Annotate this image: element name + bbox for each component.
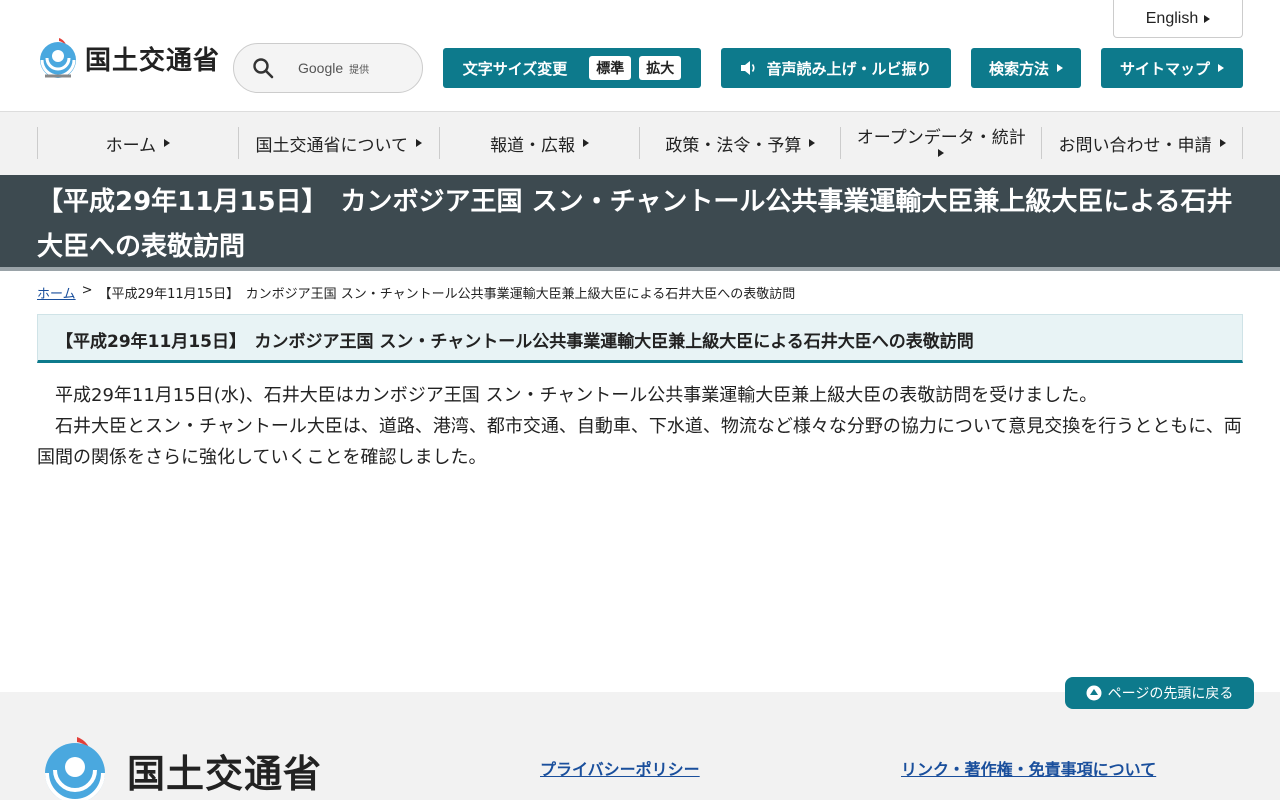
gnav-item-label: お問い合わせ・申請 <box>1058 135 1212 156</box>
arrow-right-icon <box>809 139 816 147</box>
page-title: 【平成29年11月15日】 カンボジア王国 スン・チャントール公共事業運輸大臣兼… <box>37 187 1233 262</box>
gnav-item-label: 報道・広報 <box>490 135 576 156</box>
gnav-item-contact[interactable]: お問い合わせ・申請 <box>1041 127 1243 159</box>
gnav-item-label: 政策・法令・予算 <box>665 135 802 156</box>
back-to-top-label: ページの先頭に戻る <box>1107 686 1234 702</box>
site-logo[interactable]: 国土交通省 <box>37 36 220 80</box>
article-heading-box: 【平成29年11月15日】 カンボジア王国 スン・チャントール公共事業運輸大臣兼… <box>37 314 1243 363</box>
gnav-item-about[interactable]: 国土交通省について <box>237 127 439 159</box>
breadcrumb-home-link[interactable]: ホーム <box>37 283 76 302</box>
search-method-button[interactable]: 検索方法 <box>971 48 1081 88</box>
page-title-band: 【平成29年11月15日】 カンボジア王国 スン・チャントール公共事業運輸大臣兼… <box>0 175 1280 271</box>
breadcrumb: ホーム > 【平成29年11月15日】 カンボジア王国 スン・チャントール公共事… <box>37 283 795 302</box>
arrow-up-circle-icon <box>1086 685 1102 701</box>
breadcrumb-current: 【平成29年11月15日】 カンボジア王国 スン・チャントール公共事業運輸大臣兼… <box>98 287 796 302</box>
gnav-item-label: オープンデータ・統計 <box>856 127 1026 148</box>
font-size-standard-button[interactable]: 標準 <box>589 56 632 80</box>
footer-logo[interactable]: 国土交通省 <box>37 735 322 800</box>
site-header: 国土交通省 Google 提供 English 文字サイズ変更 標準 拡大 音声… <box>0 0 1280 112</box>
sitemap-button[interactable]: サイトマップ <box>1101 48 1243 88</box>
arrow-right-icon <box>1219 139 1226 147</box>
search-icon[interactable] <box>252 57 274 79</box>
site-search[interactable]: Google 提供 <box>233 43 423 93</box>
privacy-policy-link[interactable]: プライバシーポリシー <box>540 756 700 780</box>
gnav-item-home[interactable]: ホーム <box>37 127 238 159</box>
gnav-item-label: ホーム <box>105 135 157 156</box>
search-provider: Google <box>298 60 344 76</box>
arrow-right-icon <box>1218 64 1224 72</box>
voice-reading-label: 音声読み上げ・ルビ振り <box>766 59 932 78</box>
article-heading: 【平成29年11月15日】 カンボジア王国 スン・チャントール公共事業運輸大臣兼… <box>56 332 974 352</box>
article-body: 平成29年11月15日(水)、石井大臣はカンボジア王国 スン・チャントール公共事… <box>37 380 1243 473</box>
gnav-item-policy[interactable]: 政策・法令・予算 <box>639 127 840 159</box>
arrow-right-icon <box>583 139 590 147</box>
article-paragraph: 石井大臣とスン・チャントール大臣は、道路、港湾、都市交通、自動車、下水道、物流な… <box>37 416 1242 468</box>
search-method-label: 検索方法 <box>988 59 1049 78</box>
sitemap-label: サイトマップ <box>1119 59 1210 78</box>
global-nav: ホーム 国土交通省について 報道・広報 政策・法令・予算 オープンデータ・統計 … <box>0 112 1280 175</box>
english-label: English <box>1145 9 1199 27</box>
font-size-large-button[interactable]: 拡大 <box>639 56 682 80</box>
gnav-item-press[interactable]: 報道・広報 <box>438 127 640 159</box>
arrow-right-icon <box>1057 64 1063 72</box>
font-size-control: 文字サイズ変更 標準 拡大 <box>443 48 701 88</box>
english-link[interactable]: English <box>1113 0 1243 38</box>
arrow-right-icon <box>1204 14 1211 23</box>
mlit-logo-icon <box>40 38 76 78</box>
footer-logo-text: 国土交通省 <box>127 751 323 796</box>
back-to-top-button[interactable]: ページの先頭に戻る <box>1065 677 1254 709</box>
arrow-right-icon <box>164 139 171 147</box>
gnav-item-label: 国土交通省について <box>255 135 408 156</box>
link-copyright-disclaimer-link[interactable]: リンク・著作権・免責事項について <box>901 756 1156 780</box>
speaker-icon <box>741 61 756 75</box>
search-provided-label: 提供 <box>349 64 370 76</box>
arrow-right-icon <box>938 149 945 158</box>
breadcrumb-separator: > <box>81 283 93 298</box>
voice-reading-button[interactable]: 音声読み上げ・ルビ振り <box>721 48 951 88</box>
arrow-right-icon <box>415 139 422 147</box>
gnav-item-open-data[interactable]: オープンデータ・統計 <box>840 127 1041 159</box>
logo-text: 国土交通省 <box>85 45 221 76</box>
article-paragraph: 平成29年11月15日(水)、石井大臣はカンボジア王国 スン・チャントール公共事… <box>55 385 1098 406</box>
mlit-logo-icon <box>45 737 105 800</box>
font-size-label: 文字サイズ変更 <box>462 59 568 78</box>
